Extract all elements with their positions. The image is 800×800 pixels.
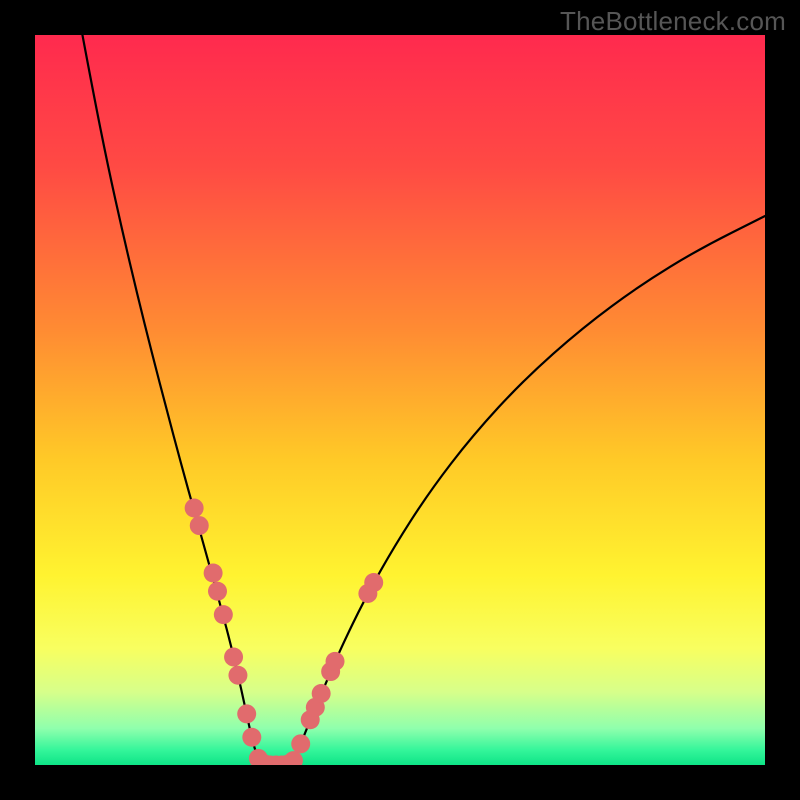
marker-dot: [364, 573, 383, 592]
marker-dot: [208, 582, 227, 601]
marker-dot: [312, 684, 331, 703]
marker-dot: [242, 728, 261, 747]
marker-dot: [224, 647, 243, 666]
gradient-background: [35, 35, 765, 765]
marker-dot: [237, 704, 256, 723]
marker-dot: [326, 652, 345, 671]
watermark-text: TheBottleneck.com: [560, 6, 786, 37]
marker-dot: [185, 499, 204, 518]
marker-dot: [190, 516, 209, 535]
plot-area: [35, 35, 765, 765]
marker-dot: [214, 605, 233, 624]
marker-dot: [228, 666, 247, 685]
marker-dot: [204, 564, 223, 583]
chart-svg: [35, 35, 765, 765]
marker-dot: [291, 734, 310, 753]
outer-frame: TheBottleneck.com: [0, 0, 800, 800]
